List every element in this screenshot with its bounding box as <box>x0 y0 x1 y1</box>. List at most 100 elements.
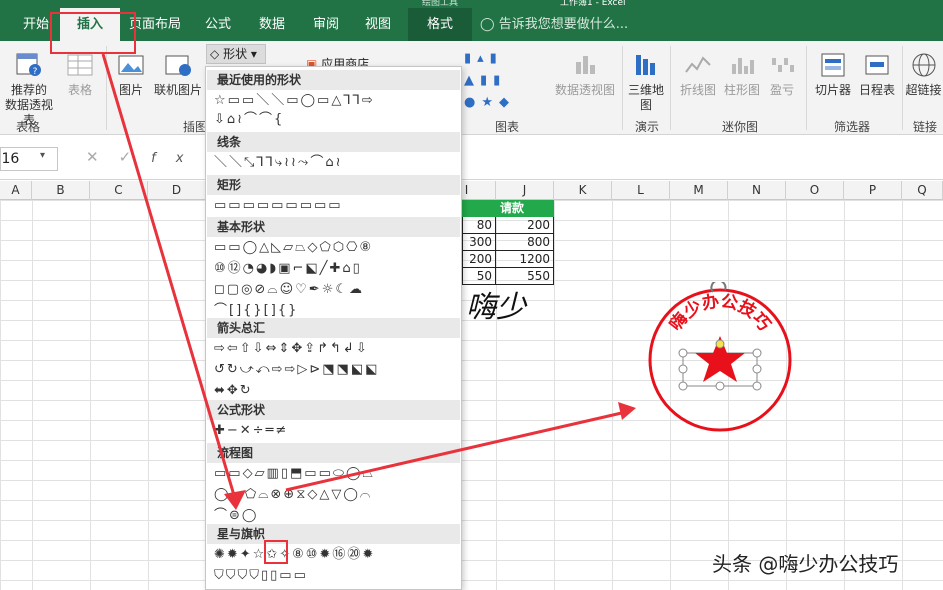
tab-review[interactable]: 审阅 <box>306 8 346 41</box>
pivot-chart-label: 数据透视图 <box>554 83 615 97</box>
winloss-icon <box>772 58 794 72</box>
lightbulb-icon: ◯ <box>480 17 495 32</box>
group-label-sparklines: 迷你图 <box>721 120 758 134</box>
resize-handle[interactable] <box>678 348 688 358</box>
seal-stamp[interactable]: 嗨少办公技巧 <box>645 282 795 432</box>
tell-me-placeholder: 告诉我您想要做什么... <box>498 17 629 32</box>
online-picture-button[interactable]: 联机图片 <box>152 50 204 98</box>
column-header[interactable]: A <box>0 181 32 200</box>
fx-icon[interactable]: fx <box>151 151 203 166</box>
tell-me-box[interactable]: ◯ 告诉我您想要做什么... <box>480 8 640 41</box>
line-sparkline-button[interactable]: 折线图 <box>676 50 720 98</box>
shape-gallery-row[interactable]: ⇨⇦⇧⇩⇔⇕✥⇪↱↰↲⇩ <box>214 340 369 358</box>
shape-gallery-row[interactable]: ✚−✕÷═≠ <box>214 422 288 440</box>
shape-gallery-row[interactable]: ✺✹✦☆✩✧⑧⑩✹⑯⑳✹ <box>214 546 375 564</box>
online-picture-icon <box>165 55 191 76</box>
globe-link-icon <box>912 53 935 77</box>
column-header[interactable]: C <box>90 181 148 200</box>
shapes-label: 形状 <box>223 47 248 61</box>
column-header[interactable]: N <box>728 181 786 200</box>
star-shape-highlight[interactable] <box>264 540 288 564</box>
shape-gallery-row[interactable]: ☆▭▭＼＼▭◯▭△⅂⅂⇨ <box>214 92 375 110</box>
hyperlink-button[interactable]: 超链接 <box>904 50 943 98</box>
resize-handle[interactable] <box>752 364 762 374</box>
column-header[interactable]: M <box>670 181 728 200</box>
pivot-chart-button[interactable]: 数据透视图 <box>553 50 617 98</box>
chevron-down-icon: ▾ <box>250 47 257 61</box>
adjust-handle[interactable] <box>715 339 725 349</box>
shape-gallery-row[interactable]: ＼＼⤡⅂⅂⤷≀≀⤳⌒⌂≀ <box>214 154 342 172</box>
picture-button[interactable]: 图片 <box>114 50 148 98</box>
group-divider <box>622 46 623 130</box>
table-cell[interactable]: 200 <box>462 251 496 268</box>
name-box-value: 星形 16 <box>0 151 20 167</box>
group-divider <box>806 46 807 130</box>
tab-data[interactable]: 数据 <box>252 8 292 41</box>
name-box[interactable]: 星形 16 <box>0 147 58 171</box>
confirm-icon[interactable]: ✓ <box>119 148 152 166</box>
column-sparkline-button[interactable]: 柱形图 <box>720 50 764 98</box>
shape-gallery-row[interactable]: ▭▭◯△◺▱⏢◇⬠⬡⎔⑧ <box>214 239 373 257</box>
resize-handle[interactable] <box>752 348 762 358</box>
column-header[interactable]: D <box>148 181 206 200</box>
resize-handle[interactable] <box>752 381 762 391</box>
ribbon-tabs: 开始 插入 页面布局 公式 数据 审阅 视图 格式 ◯ 告诉我您想要做什么... <box>0 8 943 41</box>
name-box-dropdown-icon[interactable]: ▾ <box>40 150 45 161</box>
column-header[interactable]: B <box>32 181 90 200</box>
resize-handle[interactable] <box>678 364 688 374</box>
tab-view[interactable]: 视图 <box>358 8 398 41</box>
recommended-pivot-button[interactable]: ? 推荐的 数据透视表 <box>2 50 56 128</box>
table-button[interactable]: 表格 <box>62 50 98 98</box>
online-picture-label: 联机图片 <box>153 83 202 97</box>
table-header-cell[interactable] <box>462 200 496 217</box>
chart-type-icons: ▮▴▮ ▲▮▮ ●★◆ <box>464 51 515 110</box>
column-header[interactable]: J <box>496 181 554 200</box>
table-cell[interactable]: 200 <box>495 217 554 234</box>
table-cell[interactable]: 300 <box>462 234 496 251</box>
picture-icon <box>118 55 144 75</box>
resize-handle[interactable] <box>715 381 725 391</box>
slicer-icon <box>821 53 845 77</box>
column-header[interactable]: P <box>844 181 902 200</box>
group-label-charts: 图表 <box>494 120 519 134</box>
shape-gallery-row[interactable]: ◻▢◎⊘⌓☺♡✒☼☾☁ <box>214 281 364 299</box>
resize-handle[interactable] <box>678 381 688 391</box>
shapes-button[interactable]: ◇ 形状 ▾ <box>206 44 266 64</box>
timeline-label: 日程表 <box>858 83 895 97</box>
grid-line <box>90 200 91 590</box>
table-header-cell[interactable]: 请款 <box>496 200 554 217</box>
shape-gallery-row[interactable]: ⬌✥↻ <box>214 382 253 400</box>
table-cell[interactable]: 800 <box>495 234 554 251</box>
shape-gallery-row[interactable]: ⌒⊜◯ <box>214 507 258 525</box>
section-rectangles: 矩形 <box>207 175 460 195</box>
shapes-icon: ◇ <box>210 47 220 61</box>
column-sparkline-icon <box>732 58 754 74</box>
tab-format[interactable]: 格式 <box>408 8 472 41</box>
winloss-sparkline-button[interactable]: 盈亏 <box>764 50 800 98</box>
shape-gallery-row[interactable]: ⑩⑫◔◕◗▣⌐⬕╱✚⌂▯ <box>214 260 362 278</box>
grid-line <box>902 200 903 590</box>
grid-line <box>32 200 33 590</box>
column-header[interactable]: Q <box>902 181 943 200</box>
cancel-icon[interactable]: ✕ <box>86 148 119 166</box>
slicer-button[interactable]: 切片器 <box>810 50 856 98</box>
column-header[interactable]: L <box>612 181 670 200</box>
shape-gallery-row[interactable]: ◯▭⬠⌓⊗⊕⧖◇△▽◯⌒ <box>214 486 372 504</box>
column-header[interactable]: O <box>786 181 844 200</box>
table-cell[interactable]: 1200 <box>495 251 554 268</box>
group-label-tables: 表格 <box>15 120 40 134</box>
shape-gallery-row[interactable]: ↺↻⤻⤺⇨⇨▷⊳⬔⬔⬕⬕ <box>214 361 379 379</box>
shape-gallery-row[interactable]: ▭▭▭▭▭▭▭▭▭ <box>214 197 343 215</box>
timeline-button[interactable]: 日程表 <box>856 50 898 98</box>
table-label: 表格 <box>67 83 92 97</box>
pivot-table-icon: ? <box>16 53 41 77</box>
table-cell[interactable]: 80 <box>462 217 496 234</box>
shape-gallery-row[interactable]: ▭▭◇▱▥▯⬒▭▭⬭◯⏢ <box>214 465 375 483</box>
hyperlink-label: 超链接 <box>905 83 942 97</box>
tab-formulas[interactable]: 公式 <box>198 8 238 41</box>
shape-gallery-row[interactable]: ⛉⛉⛉⛉▯▯▭▭ <box>214 567 308 585</box>
charts-gallery[interactable]: ▮▴▮ ▲▮▮ ●★◆ <box>462 46 554 114</box>
map3d-button[interactable]: 三维地 图 <box>626 50 666 113</box>
shape-gallery-row[interactable]: ⇩⌂≀⌒⌒{ <box>214 111 284 129</box>
column-header[interactable]: K <box>554 181 612 200</box>
